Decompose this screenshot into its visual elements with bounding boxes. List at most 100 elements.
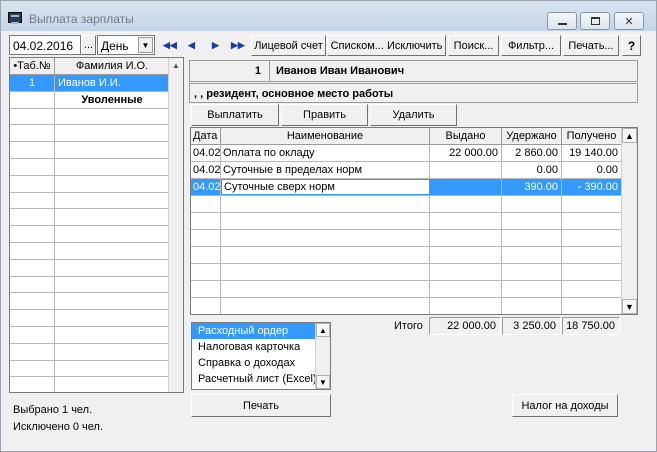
empty-cell: [55, 377, 170, 392]
empty-cell: [191, 213, 221, 229]
payroll-window: Выплата зарплаты ✕ 04.02.2016 ... День ▼…: [0, 0, 657, 452]
empty-cell: [562, 213, 622, 229]
payments-scrollbar[interactable]: ▲ ▼: [621, 128, 637, 314]
table-row-selected[interactable]: 04.02 Суточные сверх норм 390.00 - 390.0…: [191, 179, 622, 196]
empty-row: [191, 247, 622, 264]
empty-cell: [430, 230, 502, 246]
empty-cell: [10, 125, 55, 142]
filter-button[interactable]: Фильтр...: [501, 35, 561, 56]
payment-issued: [430, 179, 502, 195]
scroll-down-icon[interactable]: ▼: [622, 299, 637, 314]
chevron-down-icon[interactable]: ▼: [138, 37, 153, 53]
app-icon: [8, 12, 22, 24]
empty-row: [10, 326, 170, 344]
scroll-up-icon[interactable]: ▲: [622, 128, 637, 143]
empty-cell: [502, 213, 562, 229]
empty-cell: [430, 281, 502, 297]
print-menu-button[interactable]: Печать...: [563, 35, 619, 56]
totals-label: Итого: [394, 320, 423, 332]
empty-cell: [430, 196, 502, 212]
column-header-name[interactable]: Наименование: [221, 128, 430, 144]
employee-grid-header: •Таб.№ Фамилия И.О.: [10, 58, 170, 75]
empty-cell: [562, 264, 622, 280]
empty-cell: [191, 281, 221, 297]
document-item[interactable]: Расходный ордер: [192, 323, 316, 339]
employee-row[interactable]: 1 Иванов И.И.: [10, 75, 170, 92]
column-header-received[interactable]: Получено: [562, 128, 622, 144]
pay-button[interactable]: Выплатить: [191, 104, 279, 126]
payments-grid[interactable]: Дата Наименование Выдано Удержано Получе…: [190, 127, 638, 315]
empty-row: [10, 209, 170, 227]
documents-list[interactable]: Расходный ордер Налоговая карточка Справ…: [191, 322, 331, 390]
table-row[interactable]: 04.02 Суточные в пределах норм 0.00 0.00: [191, 162, 622, 179]
selected-count: Выбрано 1 чел.: [13, 404, 93, 416]
column-header-id[interactable]: •Таб.№: [10, 58, 55, 74]
employee-grid[interactable]: •Таб.№ Фамилия И.О. 1 Иванов И.И. Уволен…: [9, 57, 184, 393]
empty-cell: [55, 175, 170, 192]
edit-button[interactable]: Править: [281, 104, 368, 126]
last-record-icon[interactable]: ▶▶: [231, 40, 245, 51]
employee-group-row[interactable]: Уволенные: [10, 91, 170, 109]
next-record-icon[interactable]: ▶: [212, 40, 219, 51]
employee-scrollbar[interactable]: ▲: [168, 58, 183, 392]
empty-cell: [55, 310, 170, 326]
date-picker-button[interactable]: ...: [81, 35, 96, 55]
empty-cell: [55, 226, 170, 242]
empty-row: [10, 293, 170, 311]
list-exclude-button[interactable]: Списком... Исключить: [327, 35, 446, 56]
maximize-icon: [590, 17, 600, 25]
print-button[interactable]: Печать: [191, 394, 331, 417]
toolbar: 04.02.2016 ... День ▼ ◀◀ ◀ ▶ ▶▶ Лицевой …: [1, 32, 656, 57]
column-header-name[interactable]: Фамилия И.О.: [55, 58, 170, 74]
empty-cell: [430, 247, 502, 263]
empty-cell: [221, 264, 430, 280]
minimize-button[interactable]: [547, 12, 577, 30]
first-record-icon[interactable]: ◀◀: [163, 40, 177, 51]
scroll-up-icon[interactable]: ▲: [316, 323, 330, 337]
payments-grid-header: Дата Наименование Выдано Удержано Получе…: [191, 128, 622, 145]
employee-header: 1 Иванов Иван Иванович: [189, 60, 638, 82]
empty-cell: [221, 230, 430, 246]
empty-row: [191, 196, 622, 213]
empty-cell: [221, 281, 430, 297]
income-tax-button[interactable]: Налог на доходы: [512, 394, 618, 417]
search-button[interactable]: Поиск...: [448, 35, 499, 56]
empty-cell: [55, 293, 170, 310]
documents-scrollbar[interactable]: ▲ ▼: [315, 323, 330, 389]
column-header-issued[interactable]: Выдано: [430, 128, 502, 144]
scroll-down-icon[interactable]: ▼: [316, 375, 330, 389]
payment-withheld: 390.00: [502, 179, 562, 195]
date-field[interactable]: 04.02.2016: [9, 35, 81, 55]
payment-date: 04.02: [191, 179, 221, 195]
prev-record-icon[interactable]: ◀: [188, 40, 195, 51]
empty-cell: [55, 259, 170, 276]
payment-issued: 22 000.00: [430, 145, 502, 161]
employee-id: 1: [10, 75, 55, 91]
document-item[interactable]: Справка о доходах: [192, 355, 330, 371]
payment-received: - 390.00: [562, 179, 622, 195]
employee-rows: 1 Иванов И.И. Уволенные: [10, 75, 170, 392]
total-issued: 22 000.00: [429, 317, 501, 335]
empty-cell: [221, 247, 430, 263]
maximize-button[interactable]: [580, 12, 610, 30]
empty-row: [10, 259, 170, 277]
empty-cell: [10, 377, 55, 392]
period-select[interactable]: День ▼: [97, 35, 155, 55]
empty-row: [10, 108, 170, 126]
document-item[interactable]: Расчетный лист (Excel): [192, 371, 330, 387]
scroll-up-icon[interactable]: ▲: [169, 58, 183, 73]
help-button[interactable]: ?: [622, 35, 641, 56]
column-header-date[interactable]: Дата: [191, 128, 221, 144]
empty-cell: [10, 343, 55, 360]
table-row[interactable]: 04.02 Оплата по окладу 22 000.00 2 860.0…: [191, 145, 622, 162]
account-button[interactable]: Лицевой счет: [251, 35, 326, 56]
empty-cell: [221, 298, 430, 314]
payment-name: Суточные в пределах норм: [221, 162, 430, 178]
column-header-withheld[interactable]: Удержано: [502, 128, 562, 144]
payment-name: Оплата по окладу: [221, 145, 430, 161]
delete-button[interactable]: Удалить: [370, 104, 457, 126]
close-button[interactable]: ✕: [614, 12, 644, 30]
document-item[interactable]: Налоговая карточка: [192, 339, 330, 355]
payment-received: 0.00: [562, 162, 622, 178]
employee-group-label: Уволенные: [55, 91, 170, 108]
